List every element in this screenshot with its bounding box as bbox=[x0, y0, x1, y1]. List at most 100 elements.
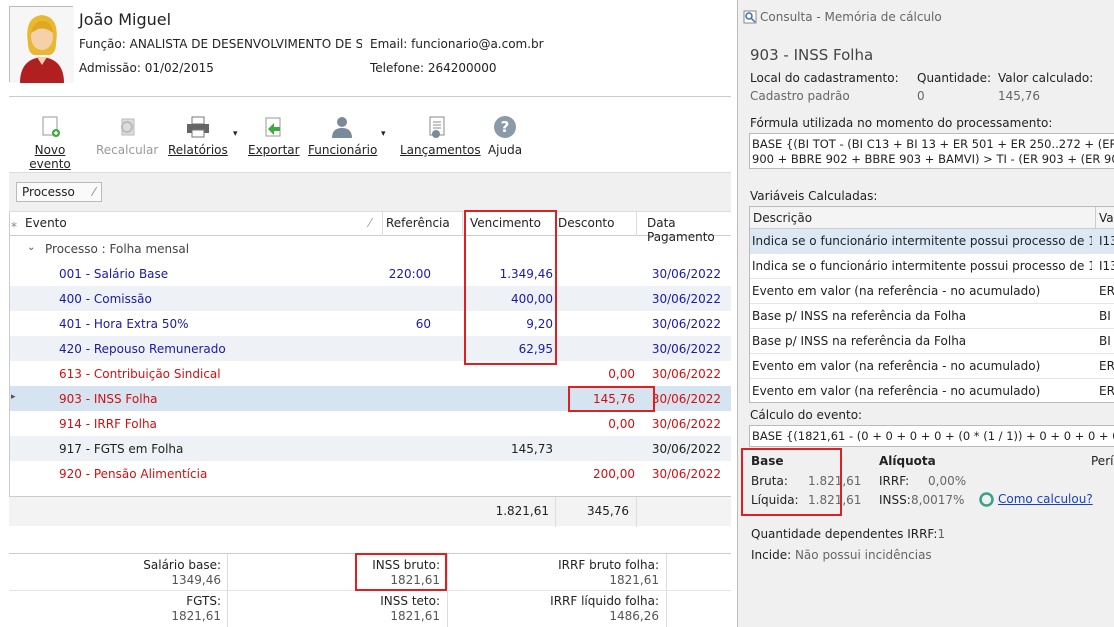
cell-data-pagamento: 30/06/2022 bbox=[651, 417, 721, 431]
employee-name: João Miguel bbox=[79, 10, 172, 29]
formula-line-1: BASE {(BI TOT - (BI C13 + BI 13 + ER 501… bbox=[752, 137, 1114, 151]
var-col-variavel[interactable]: Var bbox=[1099, 211, 1114, 225]
inss-aliquota-value: 8,0017% bbox=[911, 493, 965, 507]
table-row[interactable]: 420 - Repouso Remunerado 62,95 30/06/2022 bbox=[9, 336, 731, 361]
irrf-aliquota-value: 0,00% bbox=[928, 474, 967, 488]
inss-teto-value: 1821,61 bbox=[390, 609, 440, 623]
svg-text:?: ? bbox=[501, 118, 510, 136]
funcionario-button[interactable]: Funcionário bbox=[308, 115, 378, 160]
funcionario-dropdown-icon[interactable]: ▾ bbox=[381, 129, 386, 139]
email-line: Email: funcionario@a.com.br bbox=[370, 37, 544, 51]
cell-data-pagamento: 30/06/2022 bbox=[651, 467, 721, 481]
email-label: Email: bbox=[370, 37, 408, 51]
sort-slash-icon: ⁄ bbox=[369, 216, 372, 230]
funcao-label: Função: bbox=[79, 37, 126, 51]
calculo-field[interactable]: BASE {(1821,61 - (0 + 0 + 0 + 0 + (0 * (… bbox=[749, 425, 1114, 447]
table-row[interactable]: 001 - Salário Base 220:00 1.349,46 30/06/20… bbox=[9, 261, 731, 286]
variavel-row[interactable]: Base p/ INSS na referência da Folha BI C bbox=[750, 304, 1114, 329]
collapse-chevron-icon[interactable]: ⌄ bbox=[27, 242, 35, 253]
highlight-vencimento bbox=[464, 210, 557, 365]
variavel-descricao: Evento em valor (na referência - no acum… bbox=[752, 284, 1041, 298]
row-selector-icon: ⁎ bbox=[11, 216, 17, 230]
grid-left-border bbox=[9, 212, 10, 526]
novo-evento-button[interactable]: Novo evento bbox=[14, 115, 86, 171]
col-evento[interactable]: Evento bbox=[25, 216, 67, 230]
email-value: funcionario@a.com.br bbox=[411, 37, 544, 51]
new-document-icon bbox=[42, 116, 60, 137]
irrf-bruto-label: IRRF bruto folha: bbox=[558, 558, 659, 572]
cell-desconto: 0,00 bbox=[608, 417, 635, 431]
person-icon bbox=[332, 117, 352, 138]
variavel-row[interactable]: Evento em valor (na referência - no acum… bbox=[750, 279, 1114, 304]
funcionario-label: Funcionário bbox=[308, 143, 378, 157]
funcao-value: ANALISTA DE DESENVOLVIMENTO DE SISTEMAS bbox=[129, 37, 362, 51]
variavel-row[interactable]: Evento em valor (na referência - no acum… bbox=[750, 379, 1114, 402]
variavel-descricao: Evento em valor (na referência - no acum… bbox=[752, 359, 1041, 373]
variavel-valor: ER . bbox=[1099, 284, 1114, 298]
table-row[interactable]: 401 - Hora Extra 50% 60 9,20 30/06/2022 bbox=[9, 311, 731, 336]
variavel-valor: BI C bbox=[1099, 309, 1114, 323]
col-divider bbox=[636, 497, 637, 527]
dependentes-value: 1 bbox=[937, 527, 946, 541]
variavel-row[interactable]: Base p/ INSS na referência da Folha BI 1 bbox=[750, 329, 1114, 354]
recalcular-button[interactable]: Recalcular bbox=[96, 115, 158, 160]
relatorios-button[interactable]: Relatórios bbox=[168, 115, 228, 160]
exportar-button[interactable]: Exportar bbox=[248, 115, 300, 160]
irrf-bruto-value: 1821,61 bbox=[609, 573, 659, 587]
variavel-descricao: Base p/ INSS na referência da Folha bbox=[752, 334, 967, 348]
exportar-label: Exportar bbox=[248, 143, 300, 157]
highlight-inss-desconto bbox=[568, 386, 655, 412]
calc-info-icon bbox=[979, 492, 994, 507]
fgts-label: FGTS: bbox=[186, 594, 221, 608]
memoria-calculo-window: Consulta - Memória de cálculo 903 - INSS… bbox=[737, 0, 1114, 627]
variavel-valor: ER . bbox=[1099, 384, 1114, 398]
inss-aliquota-label: INSS: bbox=[879, 493, 911, 507]
cell-referencia: 220:00 bbox=[388, 267, 431, 281]
lancamentos-button[interactable]: Lançamentos bbox=[400, 115, 481, 160]
col-desconto[interactable]: Desconto bbox=[558, 216, 614, 230]
table-row[interactable]: 917 - FGTS em Folha 145,73 30/06/2022 bbox=[9, 436, 731, 461]
ajuda-button[interactable]: ? Ajuda bbox=[484, 115, 526, 160]
valor-calculado-label: Valor calculado: bbox=[998, 71, 1094, 85]
variavel-descricao: Indica se o funcionário intermitente pos… bbox=[752, 259, 1092, 273]
salario-base-value: 1349,46 bbox=[171, 573, 221, 587]
sort-slash-icon: ⁄ bbox=[92, 185, 95, 199]
relatorios-label: Relatórios bbox=[168, 143, 228, 157]
cell-data-pagamento: 30/06/2022 bbox=[651, 442, 721, 456]
quantidade-label: Quantidade: bbox=[917, 71, 992, 85]
table-row[interactable]: 400 - Comissão 400,00 30/06/2022 bbox=[9, 286, 731, 311]
highlight-inss-bruto bbox=[355, 553, 447, 591]
telefone-value: 264200000 bbox=[427, 61, 497, 75]
variavel-valor: ER . bbox=[1099, 359, 1114, 373]
relatorios-dropdown-icon[interactable]: ▾ bbox=[233, 129, 238, 139]
grid-column-header: ⁎ Evento ⁄ Referência Vencimento Descont… bbox=[9, 212, 731, 244]
table-row[interactable]: 914 - IRRF Folha 0,00 30/06/2022 bbox=[9, 411, 731, 436]
salario-base-label: Salário base: bbox=[143, 558, 221, 572]
variavel-row[interactable]: Indica se o funcionário intermitente pos… bbox=[750, 254, 1114, 279]
cell-evento: 917 - FGTS em Folha bbox=[59, 442, 184, 456]
variavel-row[interactable]: Indica se o funcionário intermitente pos… bbox=[750, 229, 1114, 254]
local-value: Cadastro padrão bbox=[750, 89, 850, 103]
lancamentos-label: Lançamentos bbox=[400, 143, 481, 157]
admissao-label: Admissão: bbox=[79, 61, 141, 75]
formula-field[interactable]: BASE {(BI TOT - (BI C13 + BI 13 + ER 501… bbox=[749, 133, 1114, 169]
como-calculou-link[interactable]: Como calculou? bbox=[998, 492, 1093, 506]
cell-desconto: 200,00 bbox=[593, 467, 635, 481]
cell-evento: 903 - INSS Folha bbox=[59, 392, 158, 406]
group-by-bar bbox=[9, 172, 731, 212]
table-row[interactable]: 613 - Contribuição Sindical 0,00 30/06/202… bbox=[9, 361, 731, 386]
grid-totals-row: 1.821,61 345,76 bbox=[9, 496, 731, 527]
cell-evento: 400 - Comissão bbox=[59, 292, 152, 306]
cell-referencia: 60 bbox=[415, 317, 431, 331]
header-separator bbox=[9, 96, 731, 97]
ajuda-label: Ajuda bbox=[487, 143, 523, 157]
window-title: Consulta - Memória de cálculo bbox=[760, 10, 942, 24]
col-referencia[interactable]: Referência bbox=[386, 216, 450, 230]
entries-icon bbox=[429, 116, 445, 138]
var-col-descricao[interactable]: Descrição bbox=[753, 211, 812, 225]
variavel-row[interactable]: Evento em valor (na referência - no acum… bbox=[750, 354, 1114, 379]
group-processo-button[interactable]: Processo ⁄ bbox=[16, 182, 102, 202]
table-row[interactable]: 920 - Pensão Alimentícia 200,00 30/06/2022 bbox=[9, 461, 731, 486]
group-row[interactable]: ⌄ Processo : Folha mensal bbox=[9, 237, 731, 261]
col-divider bbox=[462, 212, 463, 236]
